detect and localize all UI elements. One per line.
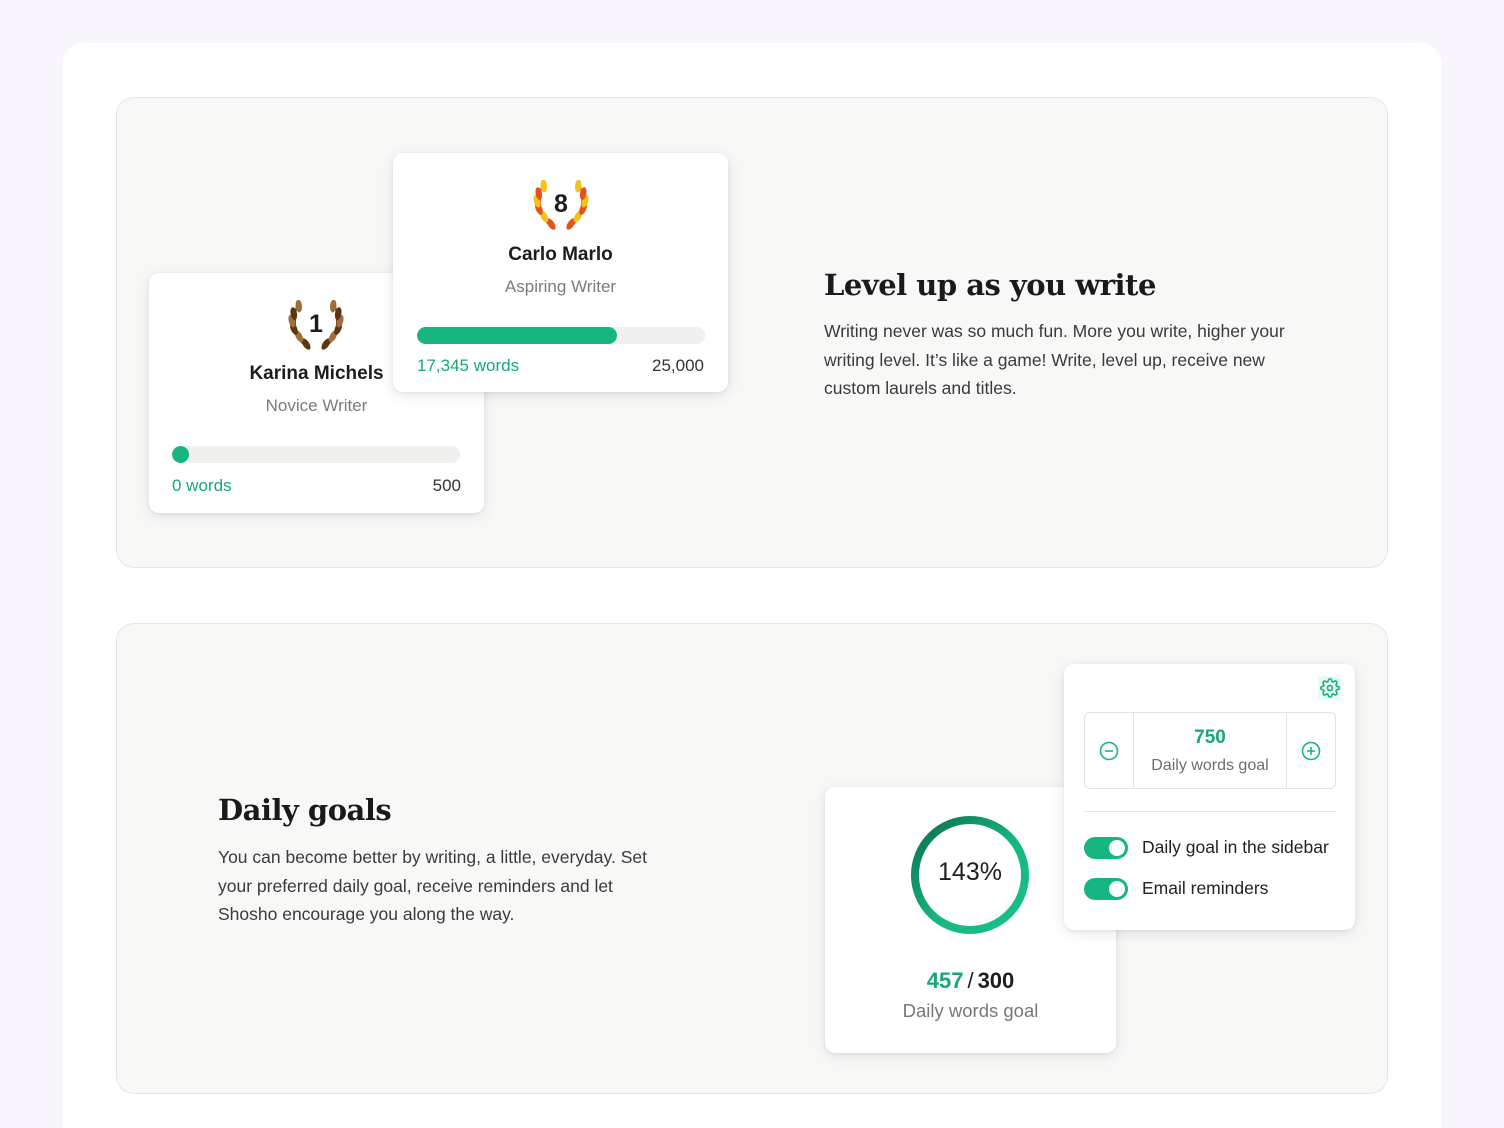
writer-title: Novice Writer bbox=[265, 396, 368, 415]
increase-goal-button[interactable] bbox=[1299, 739, 1323, 763]
daily-goals-description: You can become better by writing, a litt… bbox=[218, 847, 647, 924]
goal-progress-count: 457/300 bbox=[825, 968, 1116, 994]
settings-divider bbox=[1084, 811, 1336, 812]
goal-progress-ring: 143% bbox=[908, 813, 1032, 937]
gear-icon bbox=[1320, 678, 1340, 698]
sidebar-goal-toggle[interactable] bbox=[1084, 837, 1128, 859]
plus-circle-icon bbox=[1301, 741, 1321, 761]
level-up-description: Writing never was so much fun. More you … bbox=[824, 321, 1285, 398]
word-count: 17,345 words bbox=[417, 356, 520, 375]
count-separator: / bbox=[967, 968, 974, 993]
toggle-knob bbox=[1109, 881, 1125, 897]
level-number: 8 bbox=[554, 190, 568, 218]
level-progress-bar bbox=[172, 446, 460, 463]
toggle-knob bbox=[1109, 840, 1125, 856]
level-progress-fill bbox=[172, 446, 189, 463]
minus-circle-icon bbox=[1099, 741, 1119, 761]
goal-value: 750 bbox=[1194, 727, 1226, 748]
word-target: 25,000 bbox=[652, 356, 704, 375]
writer-name: Carlo Marlo bbox=[508, 244, 613, 265]
daily-goals-heading: Daily goals bbox=[218, 793, 392, 827]
level-progress-fill bbox=[417, 327, 617, 344]
goal-progress-label: Daily words goal bbox=[902, 1000, 1039, 1021]
goal-value-field[interactable]: 750 Daily words goal bbox=[1133, 713, 1287, 788]
sidebar-goal-label: Daily goal in the sidebar bbox=[1142, 837, 1329, 857]
word-count: 0 words bbox=[172, 476, 232, 495]
word-target: 500 bbox=[432, 476, 461, 495]
email-reminders-label: Email reminders bbox=[1142, 878, 1269, 898]
laurel-icon: 1 bbox=[283, 300, 349, 352]
level-card-carlo: 8 Carlo Marlo Aspiring Writer 17,345 wor… bbox=[393, 153, 728, 392]
level-number: 1 bbox=[309, 310, 323, 338]
laurel-icon: 8 bbox=[528, 180, 594, 232]
email-reminders-toggle[interactable] bbox=[1084, 878, 1128, 900]
goal-value-label: Daily words goal bbox=[1151, 757, 1269, 774]
goal-percent: 143% bbox=[938, 858, 1002, 886]
settings-button[interactable] bbox=[1318, 676, 1342, 700]
writer-title: Aspiring Writer bbox=[504, 277, 617, 296]
daily-goal-stepper: 750 Daily words goal bbox=[1084, 712, 1336, 789]
level-up-heading: Level up as you write bbox=[824, 268, 1156, 302]
decrease-goal-button[interactable] bbox=[1097, 739, 1121, 763]
goal-words: 300 bbox=[977, 968, 1015, 993]
level-progress-bar bbox=[417, 327, 705, 344]
current-words: 457 bbox=[926, 968, 964, 993]
